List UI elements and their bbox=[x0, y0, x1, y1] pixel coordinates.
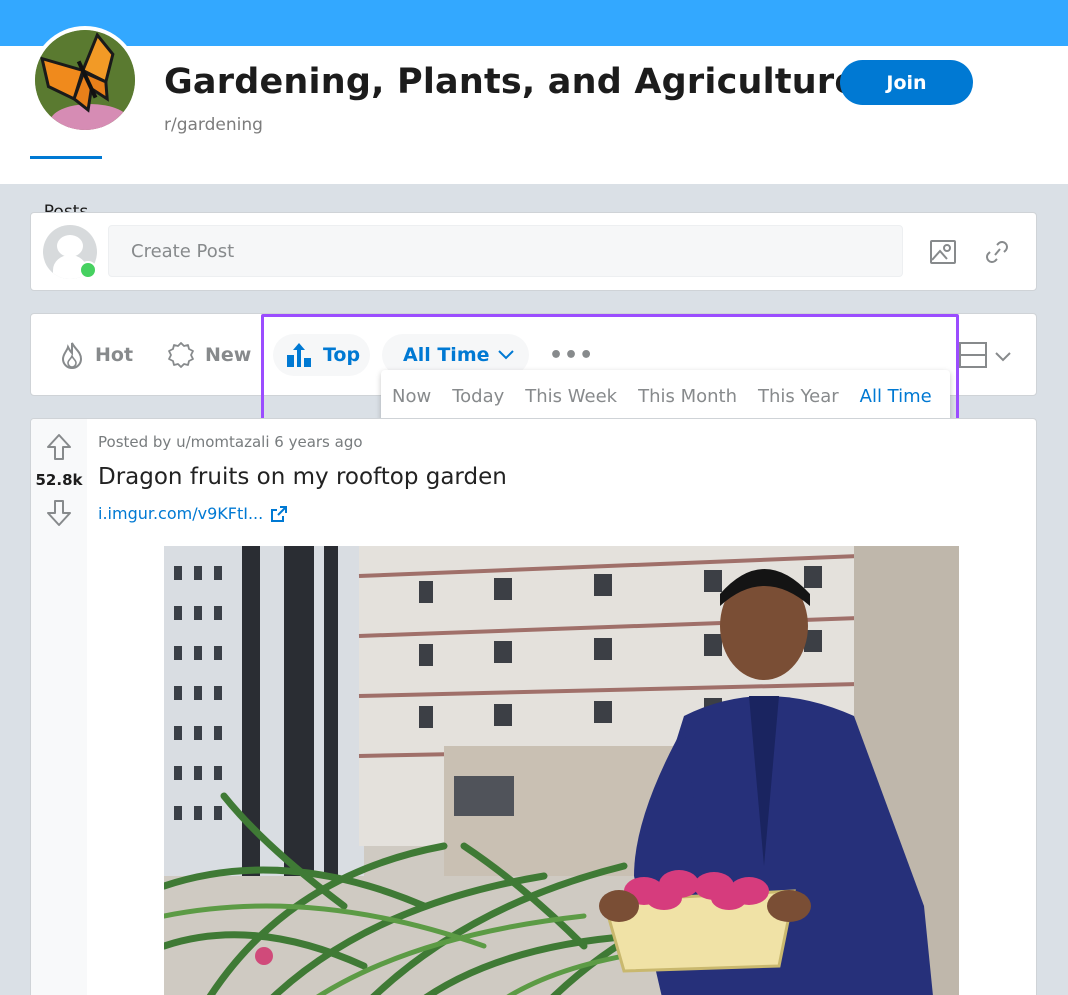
time-option-today[interactable]: Today bbox=[452, 386, 504, 407]
post-link-text: i.imgur.com/v9KFtI... bbox=[98, 504, 264, 523]
image-icon[interactable] bbox=[923, 232, 963, 272]
post-image[interactable] bbox=[164, 546, 959, 995]
external-link-icon bbox=[271, 505, 288, 522]
view-toggle-button[interactable] bbox=[959, 342, 1011, 372]
sort-top-button[interactable]: Top bbox=[273, 334, 370, 376]
post-meta: Posted by u/momtazali 6 years ago bbox=[98, 433, 363, 451]
new-icon bbox=[167, 341, 195, 369]
sort-top-label: Top bbox=[323, 344, 361, 366]
time-option-this-year[interactable]: This Year bbox=[758, 386, 839, 407]
sort-hot-button[interactable]: Hot bbox=[59, 334, 133, 376]
time-filter-label: All Time bbox=[403, 344, 490, 366]
community-banner bbox=[0, 0, 1068, 46]
post-link[interactable]: i.imgur.com/v9KFtI... bbox=[98, 504, 288, 523]
vote-score: 52.8k bbox=[35, 471, 83, 489]
sort-new-button[interactable]: New bbox=[167, 334, 251, 376]
create-post-card bbox=[30, 212, 1037, 291]
subreddit-name: r/gardening bbox=[164, 115, 263, 135]
online-status-dot bbox=[79, 261, 97, 279]
time-option-all-time[interactable]: All Time bbox=[860, 386, 932, 407]
time-option-now[interactable]: Now bbox=[392, 386, 431, 407]
chevron-down-icon bbox=[497, 350, 514, 360]
butterfly-image bbox=[35, 30, 135, 130]
downvote-icon[interactable] bbox=[43, 497, 75, 529]
time-filter-menu: Now Today This Week This Month This Year… bbox=[381, 370, 950, 422]
chevron-down-icon bbox=[995, 352, 1011, 362]
card-view-icon bbox=[959, 342, 987, 372]
rooftop-garden-photo bbox=[164, 546, 959, 995]
sort-hot-label: Hot bbox=[95, 344, 134, 366]
hot-icon bbox=[59, 341, 85, 369]
create-post-input[interactable] bbox=[108, 225, 903, 277]
community-avatar bbox=[31, 26, 139, 134]
top-icon bbox=[285, 341, 313, 369]
link-icon[interactable] bbox=[977, 232, 1017, 272]
vote-column: 52.8k bbox=[31, 419, 87, 995]
post-card[interactable]: 52.8k Posted by u/momtazali 6 years ago … bbox=[30, 418, 1037, 995]
upvote-icon[interactable] bbox=[43, 431, 75, 463]
sort-new-label: New bbox=[205, 344, 252, 366]
time-option-this-month[interactable]: This Month bbox=[638, 386, 737, 407]
post-title[interactable]: Dragon fruits on my rooftop garden bbox=[98, 464, 507, 490]
tab-active-underline bbox=[30, 156, 102, 159]
community-title: Gardening, Plants, and Agriculture. bbox=[164, 62, 872, 102]
time-option-this-week[interactable]: This Week bbox=[525, 386, 617, 407]
join-button[interactable]: Join bbox=[840, 60, 973, 105]
